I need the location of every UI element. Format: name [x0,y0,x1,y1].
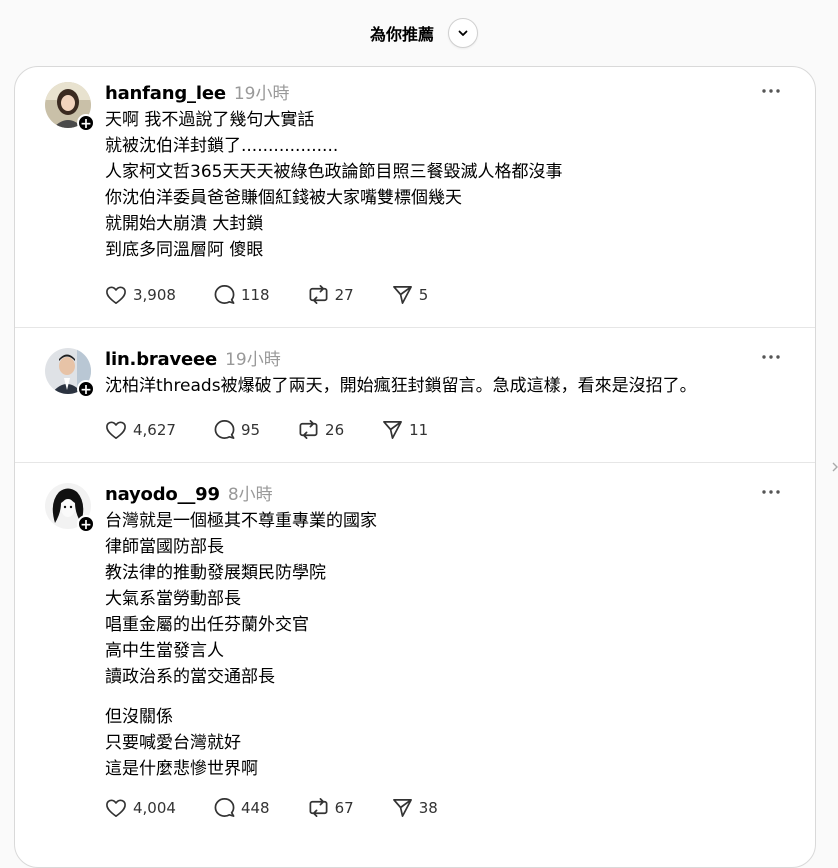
post-line: 但沒關係 [105,707,173,727]
avatar[interactable]: + [45,348,95,398]
post-line: 讀政治系的當交通部長 [105,667,275,687]
post-line: 到底多同溫層阿 傻眼 [105,240,264,260]
post-time[interactable]: 8小時 [228,480,273,505]
like-button[interactable]: 3,908 [105,285,176,305]
more-options-button[interactable] [759,349,783,365]
share-count: 5 [418,285,429,304]
share-button[interactable]: 11 [382,419,428,440]
heart-icon [106,285,126,304]
reply-count: 118 [240,285,270,304]
feed-header: 為你推薦 [0,0,838,66]
avatar[interactable]: + [45,483,95,533]
repost-count: 27 [334,285,354,304]
repost-icon [309,798,328,817]
post-time[interactable]: 19小時 [225,345,281,370]
share-button[interactable]: 38 [392,797,438,818]
like-count: 3,908 [133,285,176,304]
post-line: 只要喊愛台灣就好 [105,733,241,753]
post-actions: 3,908 118 27 5 [105,284,466,305]
heart-icon [106,798,126,817]
reply-button[interactable]: 95 [214,419,260,440]
comment-icon [214,798,235,817]
post-line: 台灣就是一個極其不尊重專業的國家 [105,511,377,531]
send-icon [392,286,412,304]
post-actions: 4,627 95 26 11 [105,419,466,440]
post-line: 律師當國防部長 [105,537,224,557]
follow-plus-icon[interactable]: + [77,114,95,132]
send-icon [383,421,403,439]
avatar[interactable]: + [45,82,95,132]
heart-icon [106,420,126,439]
post-text: 沈柏洋threads被爆破了兩天，開始瘋狂封鎖留言。急成這樣，看來是沒招了。 [105,373,785,399]
share-count: 38 [418,798,438,817]
more-options-icon [762,355,780,359]
post-header: hanfang_lee 19小時 [105,79,289,104]
post-line: 你沈伯洋委員爸爸賺個紅錢被大家嘴雙標個幾天 [105,188,462,208]
feed-card: + hanfang_lee 19小時 天啊 我不過說了幾句大實話 就被沈伯洋封鎖… [14,66,816,868]
reply-count: 448 [240,798,270,817]
post-line: 就開始大崩潰 大封鎖 [105,214,264,234]
post-line: 這是什麼悲慘世界啊 [105,759,258,779]
post-time[interactable]: 19小時 [234,79,290,104]
more-options-button[interactable] [759,484,783,500]
reply-count: 95 [240,420,261,439]
repost-icon [299,420,318,439]
post-line: 高中生當發言人 [105,641,224,661]
post-text: 天啊 我不過說了幾句大實話 就被沈伯洋封鎖了..................… [105,107,785,263]
post-line: 天啊 我不過說了幾句大實話 [105,110,315,130]
like-count: 4,004 [133,798,176,817]
like-button[interactable]: 4,627 [105,420,176,440]
post-actions: 4,004 448 67 38 [105,797,476,818]
repost-icon [309,285,328,304]
feed-header-inner: 為你推薦 [370,18,478,48]
share-button[interactable]: 5 [392,284,429,305]
like-button[interactable]: 4,004 [105,798,176,818]
more-options-button[interactable] [759,83,783,99]
send-icon [392,799,412,817]
scrollbar-arrow-icon[interactable] [832,462,838,472]
reply-button[interactable]: 118 [214,284,270,305]
post: + nayodo__99 8小時 台灣就是一個極其不尊重專業的國家 律師當國防部… [15,463,815,867]
username[interactable]: nayodo__99 [105,484,220,505]
chevron-down-icon [458,30,468,36]
post-line: 就被沈伯洋封鎖了.................. [105,136,339,156]
post-line: 人家柯文哲365天天天被綠色政論節目照三餐毀滅人格都沒事 [105,162,563,182]
post-line: 大氣系當勞動部長 [105,589,241,609]
post-header: nayodo__99 8小時 [105,480,273,505]
follow-plus-icon[interactable]: + [77,380,95,398]
follow-plus-icon[interactable]: + [77,515,95,533]
feed-dropdown-button[interactable] [448,18,478,48]
share-count: 11 [409,420,429,439]
post: + hanfang_lee 19小時 天啊 我不過說了幾句大實話 就被沈伯洋封鎖… [15,67,815,328]
repost-button[interactable]: 27 [308,284,354,305]
username[interactable]: hanfang_lee [105,83,226,104]
reply-button[interactable]: 448 [214,797,270,818]
post-text: 台灣就是一個極其不尊重專業的國家 律師當國防部長 教法律的推動發展類民防學院 大… [105,508,785,782]
post-line: 唱重金屬的出任芬蘭外交官 [105,615,309,635]
post-line: 沈柏洋threads被爆破了兩天，開始瘋狂封鎖留言。急成這樣，看來是沒招了。 [105,376,697,396]
post-line: 教法律的推動發展類民防學院 [105,563,326,583]
more-options-icon [762,89,780,93]
username[interactable]: lin.braveee [105,349,217,370]
like-count: 4,627 [133,420,176,439]
repost-button[interactable]: 67 [308,797,354,818]
comment-icon [214,285,235,304]
more-options-icon [762,490,780,494]
feed-title: 為你推薦 [369,25,434,44]
post: + lin.braveee 19小時 沈柏洋threads被爆破了兩天，開始瘋狂… [15,328,815,463]
post-header: lin.braveee 19小時 [105,345,281,370]
repost-count: 67 [334,798,354,817]
repost-button[interactable]: 26 [298,419,344,440]
comment-icon [214,420,235,439]
repost-count: 26 [325,420,345,439]
